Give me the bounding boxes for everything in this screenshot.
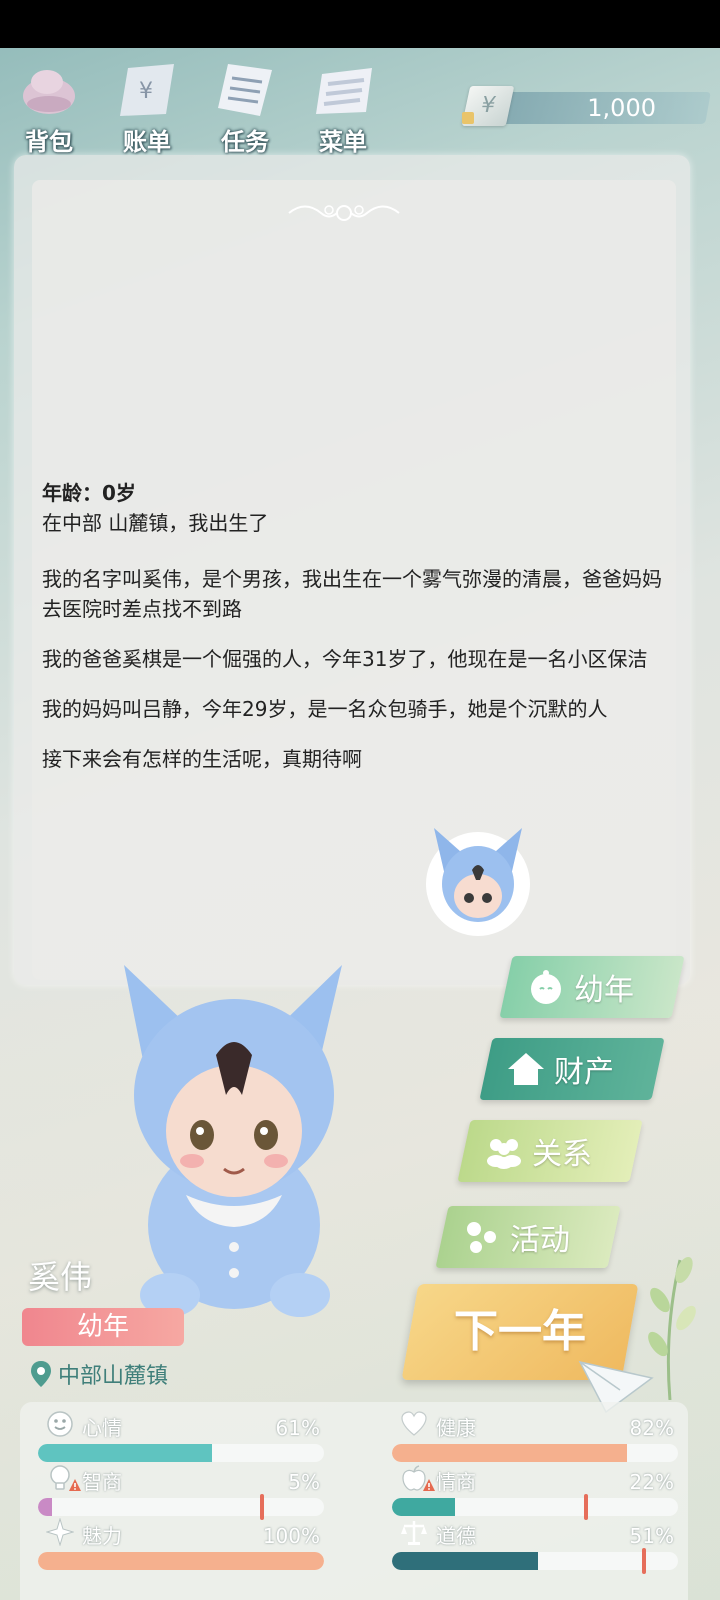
relations-label: 关系 [532, 1137, 592, 1172]
task-label: 任务 [221, 128, 269, 156]
backpack-label: 背包 [25, 128, 73, 156]
stat-threshold-marker [260, 1494, 264, 1520]
stat-eq: 情商 22% [392, 1464, 678, 1520]
stat-iq: 智商 5% [38, 1464, 324, 1520]
warning-icon [423, 1479, 435, 1491]
stat-bar-fill [392, 1498, 455, 1516]
svg-text:¥: ¥ [139, 79, 153, 104]
sparkle-icon [46, 1518, 74, 1546]
people-icon [487, 1139, 521, 1169]
stat-bar-fill [38, 1498, 53, 1516]
stat-bar-fill [392, 1552, 538, 1570]
scales-icon [401, 1521, 427, 1545]
baby-face-icon [531, 970, 561, 1004]
childhood-button[interactable]: 幼年 [499, 956, 685, 1018]
stat-value: 82% [629, 1416, 674, 1440]
activities-label: 活动 [510, 1223, 570, 1258]
bill-label: 账单 [123, 128, 171, 156]
bill-icon: ¥ [120, 64, 174, 116]
stat-threshold-marker [584, 1494, 588, 1520]
stat-bar [38, 1552, 324, 1570]
baby-character-avatar [124, 965, 342, 1317]
story-paragraph: 我的爸爸奚棋是一个倔强的人，今年31岁了，他现在是一名小区保洁 [42, 647, 648, 671]
stat-morality: 道德 51% [392, 1518, 678, 1574]
story-paragraph: 在中部 山麓镇，我出生了 [42, 511, 269, 535]
menu-label: 菜单 [319, 128, 367, 156]
bill-button[interactable]: ¥ 账单 [102, 56, 192, 156]
activities-button[interactable]: 活动 [435, 1206, 621, 1268]
task-button[interactable]: 任务 [200, 56, 290, 156]
stats-panel: 心情 61% 健康 82% 智商 5% 情商 22% 魅力 100% 道德 51… [20, 1402, 688, 1600]
stat-threshold-marker [642, 1548, 646, 1574]
backpack-icon [23, 70, 75, 114]
stat-label: 道德 [436, 1524, 476, 1548]
stat-mood: 心情 61% [38, 1410, 324, 1462]
smile-icon [47, 1411, 73, 1437]
house-icon [508, 1053, 544, 1085]
stat-label: 健康 [436, 1416, 476, 1440]
warning-icon [69, 1479, 81, 1491]
stat-value: 5% [288, 1470, 320, 1494]
stat-bar [38, 1444, 324, 1462]
relations-button[interactable]: 关系 [457, 1120, 643, 1182]
stat-health: 健康 82% [392, 1410, 678, 1462]
stat-bar-fill [38, 1444, 213, 1462]
age-line: 年龄：0岁 [42, 481, 136, 505]
stat-label: 心情 [82, 1416, 122, 1440]
story-paragraph: 我的妈妈叫吕静，今年29岁，是一名众包骑手，她是个沉默的人 [42, 697, 608, 721]
menu-button[interactable]: 菜单 [298, 56, 388, 156]
menu-icon [316, 68, 372, 114]
coin-dot [462, 112, 474, 124]
character-name: 奚伟 [28, 1258, 93, 1296]
stat-charm: 魅力 100% [38, 1518, 324, 1570]
stat-bar-fill [38, 1552, 324, 1570]
baby-sticker-icon [426, 828, 530, 936]
stat-bar [38, 1498, 324, 1516]
stat-value: 51% [629, 1524, 674, 1548]
location-row: 中部山麓镇 [30, 1358, 168, 1390]
stat-bar [392, 1444, 678, 1462]
stat-label: 情商 [436, 1470, 476, 1494]
location-label: 中部山麓镇 [58, 1364, 169, 1389]
story-paragraph: 我的名字叫奚伟，是个男孩，我出生在一个雾气弥漫的清晨，爸爸妈妈去医院时差点找不到… [42, 567, 662, 621]
heart-icon [401, 1411, 427, 1436]
property-label: 财产 [554, 1055, 614, 1090]
story-paragraph: 接下来会有怎样的生活呢，真期待啊 [42, 747, 362, 771]
location-pin-icon [31, 1361, 51, 1387]
life-stage-badge: 幼年 [22, 1308, 184, 1346]
status-bar [0, 0, 720, 48]
stat-label: 魅力 [82, 1524, 122, 1548]
stat-bar-fill [392, 1444, 627, 1462]
childhood-label: 幼年 [574, 973, 634, 1008]
property-button[interactable]: 财产 [479, 1038, 665, 1100]
ornament-icon [288, 205, 400, 221]
stat-value: 22% [629, 1470, 674, 1494]
stat-value: 100% [262, 1524, 320, 1548]
stat-label: 智商 [82, 1470, 122, 1494]
money-value: 1,000 [587, 94, 656, 122]
story-text: 年龄：0岁 在中部 山麓镇，我出生了 我的名字叫奚伟，是个男孩，我出生在一个雾气… [42, 478, 662, 794]
stat-bar [392, 1498, 678, 1516]
task-icon [218, 64, 272, 116]
stat-bar [392, 1552, 678, 1570]
activity-dots-icon [467, 1222, 496, 1253]
backpack-button[interactable]: 背包 [4, 56, 94, 156]
stat-value: 61% [275, 1416, 320, 1440]
